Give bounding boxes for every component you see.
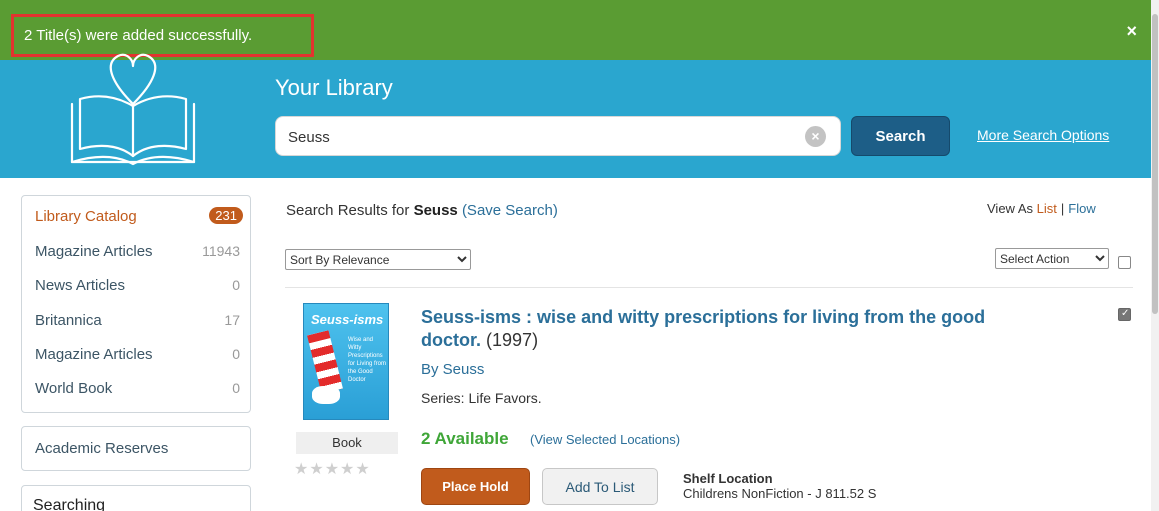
result-year: (1997) bbox=[486, 330, 539, 350]
facet-world-book[interactable]: World Book 0 bbox=[35, 380, 240, 404]
format-label: Book bbox=[296, 432, 398, 454]
facet-label: News Articles bbox=[35, 277, 126, 294]
facet-count: 17 bbox=[224, 312, 240, 328]
result-series: Series: Life Favors. bbox=[421, 390, 542, 406]
facet-count: 0 bbox=[232, 346, 240, 362]
results-heading: Search Results for Seuss (Save Search) bbox=[286, 202, 558, 219]
searching-panel: Searching bbox=[21, 485, 251, 511]
save-search-link[interactable]: (Save Search) bbox=[462, 202, 558, 219]
facet-magazine-articles[interactable]: Magazine Articles 11943 bbox=[35, 243, 240, 267]
sort-select[interactable]: Sort By Relevance bbox=[285, 249, 471, 270]
facet-label: World Book bbox=[35, 380, 113, 397]
cover-title: Seuss-isms bbox=[311, 312, 384, 327]
facet-label: Britannica bbox=[35, 312, 102, 329]
facet-news-articles[interactable]: News Articles 0 bbox=[35, 277, 240, 301]
facet-library-catalog[interactable]: Library Catalog 231 bbox=[35, 207, 243, 232]
facet-britannica[interactable]: Britannica 17 bbox=[35, 312, 240, 336]
library-title: Your Library bbox=[275, 75, 393, 100]
close-icon[interactable]: × bbox=[1126, 21, 1137, 42]
view-as-toggle: View As List | Flow bbox=[987, 201, 1096, 216]
searching-heading: Searching bbox=[33, 497, 106, 511]
results-prefix: Search Results for bbox=[286, 202, 410, 219]
cover-subtitle: Wise and Witty Prescriptions for Living … bbox=[348, 337, 387, 383]
star-rating-icon[interactable]: ★★★★★ bbox=[294, 459, 371, 479]
academic-reserves-link[interactable]: Academic Reserves bbox=[35, 440, 168, 457]
scrollbar-thumb[interactable] bbox=[1152, 14, 1158, 314]
academic-reserves-panel[interactable]: Academic Reserves bbox=[21, 426, 251, 471]
view-separator: | bbox=[1060, 201, 1065, 216]
results-divider bbox=[285, 287, 1133, 288]
search-box: × bbox=[275, 116, 841, 156]
result-author-link[interactable]: By Seuss bbox=[421, 361, 484, 378]
book-cover-image[interactable]: Seuss-isms Wise and Witty Prescriptions … bbox=[303, 303, 389, 420]
view-list-link[interactable]: List bbox=[1037, 201, 1057, 216]
search-input[interactable] bbox=[288, 126, 788, 148]
select-all-checkbox[interactable] bbox=[1118, 256, 1131, 269]
search-button[interactable]: Search bbox=[851, 116, 950, 156]
add-to-list-button[interactable]: Add To List bbox=[542, 468, 658, 505]
success-message: 2 Title(s) were added successfully. bbox=[24, 27, 253, 44]
more-search-options-link[interactable]: More Search Options bbox=[977, 127, 1109, 143]
source-facets: Library Catalog 231 Magazine Articles 11… bbox=[21, 195, 251, 413]
facet-magazine-articles-2[interactable]: Magazine Articles 0 bbox=[35, 346, 240, 370]
shelf-location-value: Childrens NonFiction - J 811.52 S bbox=[683, 486, 877, 501]
view-flow-link[interactable]: Flow bbox=[1068, 201, 1095, 216]
shelf-location-label: Shelf Location bbox=[683, 471, 773, 486]
view-as-label: View As bbox=[987, 201, 1034, 216]
facet-count: 0 bbox=[232, 380, 240, 396]
search-term: Seuss bbox=[413, 202, 458, 219]
availability-status: 2 Available bbox=[421, 429, 509, 448]
select-action-dropdown[interactable]: Select Action bbox=[995, 248, 1109, 269]
library-header: Your Library × Search More Search Option… bbox=[0, 53, 1151, 178]
view-selected-locations-link[interactable]: (View Selected Locations) bbox=[530, 432, 680, 447]
facet-label: Magazine Articles bbox=[35, 243, 153, 260]
heart-book-icon bbox=[70, 53, 196, 166]
cat-hat-icon bbox=[307, 330, 343, 394]
place-hold-button[interactable]: Place Hold bbox=[421, 468, 530, 505]
clear-search-icon[interactable]: × bbox=[805, 126, 826, 147]
facet-label: Library Catalog bbox=[35, 208, 137, 225]
result-title[interactable]: Seuss-isms : wise and witty prescription… bbox=[421, 306, 1031, 352]
facet-count: 11943 bbox=[202, 243, 240, 259]
facet-count-badge: 231 bbox=[209, 207, 243, 224]
facet-label: Magazine Articles bbox=[35, 346, 153, 363]
facet-count: 0 bbox=[232, 277, 240, 293]
result-select-checkbox[interactable] bbox=[1118, 308, 1131, 321]
cat-face-icon bbox=[312, 386, 340, 404]
